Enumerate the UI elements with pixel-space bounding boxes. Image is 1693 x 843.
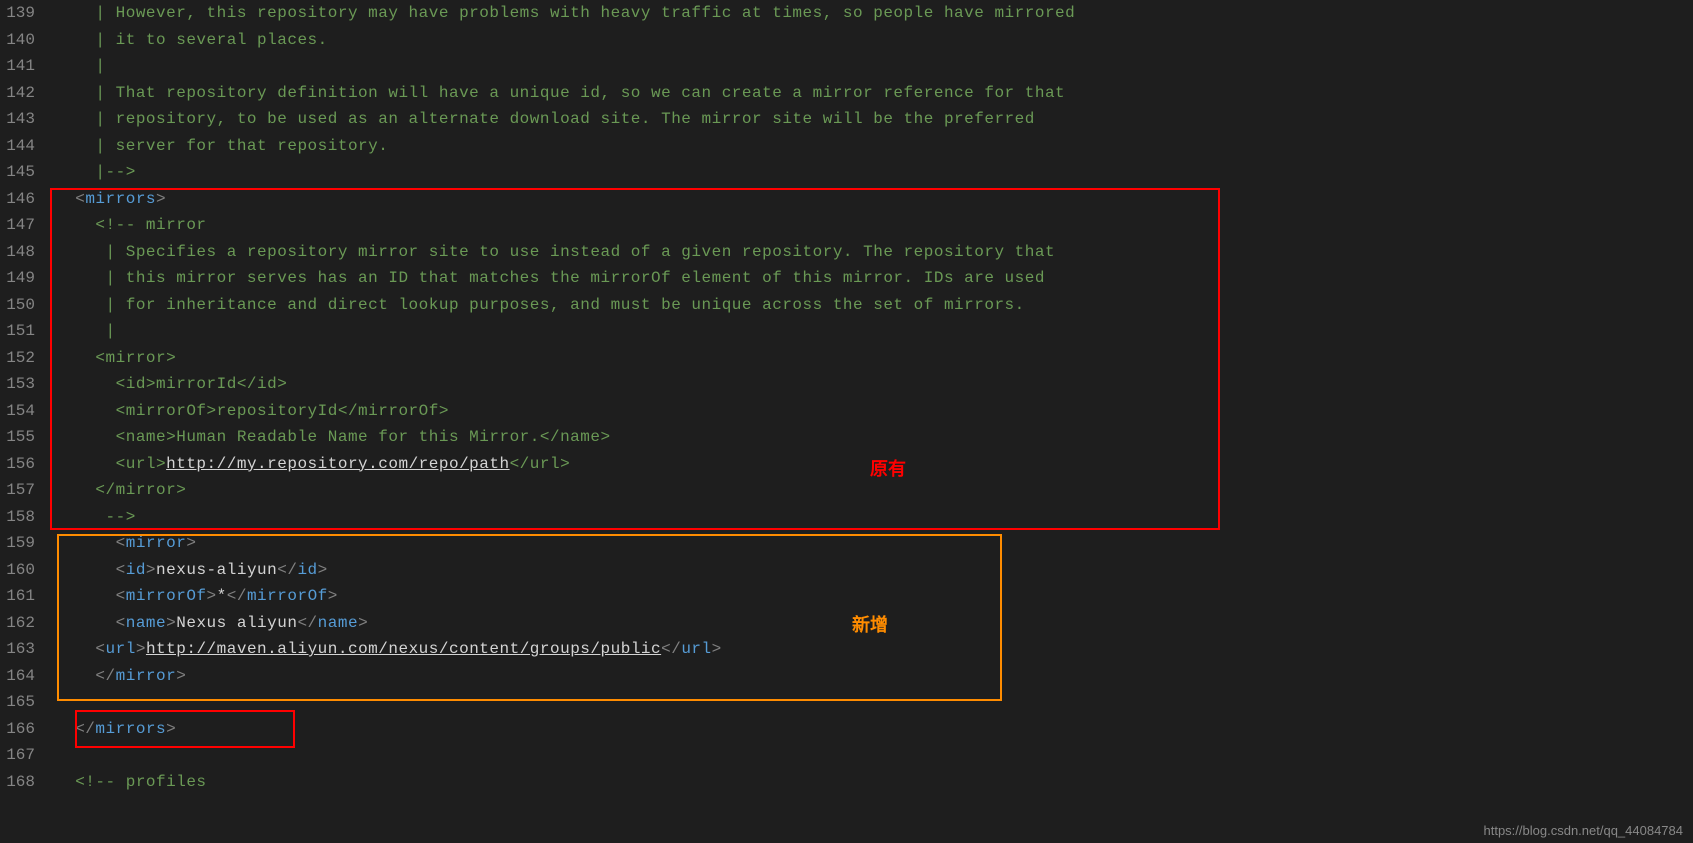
line-number: 164: [0, 663, 35, 690]
line-number: 149: [0, 265, 35, 292]
line-number: 142: [0, 80, 35, 107]
line-number: 139: [0, 0, 35, 27]
code-line[interactable]: </mirror>: [55, 663, 1693, 690]
annotation-label-original: 原有: [870, 455, 906, 481]
line-number: 158: [0, 504, 35, 531]
code-line[interactable]: <mirrorOf>*</mirrorOf>: [55, 583, 1693, 610]
line-number: 159: [0, 530, 35, 557]
code-line[interactable]: <url>http://maven.aliyun.com/nexus/conte…: [55, 636, 1693, 663]
line-number: 144: [0, 133, 35, 160]
line-number: 155: [0, 424, 35, 451]
code-line[interactable]: | it to several places.: [55, 27, 1693, 54]
code-editor[interactable]: 1391401411421431441451461471481491501511…: [0, 0, 1693, 843]
line-number: 157: [0, 477, 35, 504]
line-number: 151: [0, 318, 35, 345]
line-number: 146: [0, 186, 35, 213]
line-number: 141: [0, 53, 35, 80]
line-number: 143: [0, 106, 35, 133]
code-line[interactable]: <mirrorOf>repositoryId</mirrorOf>: [55, 398, 1693, 425]
line-number: 153: [0, 371, 35, 398]
line-number: 145: [0, 159, 35, 186]
line-number: 147: [0, 212, 35, 239]
code-line[interactable]: <id>nexus-aliyun</id>: [55, 557, 1693, 584]
code-line[interactable]: | repository, to be used as an alternate…: [55, 106, 1693, 133]
code-line[interactable]: <mirrors>: [55, 186, 1693, 213]
line-number: 166: [0, 716, 35, 743]
line-number: 148: [0, 239, 35, 266]
line-number: 150: [0, 292, 35, 319]
watermark: https://blog.csdn.net/qq_44084784: [1484, 823, 1684, 838]
line-number: 167: [0, 742, 35, 769]
code-line[interactable]: | However, this repository may have prob…: [55, 0, 1693, 27]
line-number: 162: [0, 610, 35, 637]
line-number: 160: [0, 557, 35, 584]
code-line[interactable]: | for inheritance and direct lookup purp…: [55, 292, 1693, 319]
code-line[interactable]: | That repository definition will have a…: [55, 80, 1693, 107]
code-line[interactable]: -->: [55, 504, 1693, 531]
line-number: 161: [0, 583, 35, 610]
line-number: 163: [0, 636, 35, 663]
code-line[interactable]: <name>Human Readable Name for this Mirro…: [55, 424, 1693, 451]
line-number: 140: [0, 27, 35, 54]
annotation-label-added: 新增: [852, 611, 888, 637]
code-line[interactable]: [55, 742, 1693, 769]
code-line[interactable]: |: [55, 318, 1693, 345]
code-content-area[interactable]: | However, this repository may have prob…: [55, 0, 1693, 843]
line-number: 154: [0, 398, 35, 425]
code-line[interactable]: |: [55, 53, 1693, 80]
line-number: 165: [0, 689, 35, 716]
line-number: 156: [0, 451, 35, 478]
code-line[interactable]: <mirror>: [55, 530, 1693, 557]
code-line[interactable]: [55, 689, 1693, 716]
code-line[interactable]: | Specifies a repository mirror site to …: [55, 239, 1693, 266]
code-line[interactable]: <id>mirrorId</id>: [55, 371, 1693, 398]
line-number-gutter: 1391401411421431441451461471481491501511…: [0, 0, 55, 843]
code-line[interactable]: <!-- profiles: [55, 769, 1693, 796]
line-number: 152: [0, 345, 35, 372]
code-line[interactable]: |-->: [55, 159, 1693, 186]
code-line[interactable]: | this mirror serves has an ID that matc…: [55, 265, 1693, 292]
line-number: 168: [0, 769, 35, 796]
code-line[interactable]: </mirrors>: [55, 716, 1693, 743]
code-line[interactable]: <!-- mirror: [55, 212, 1693, 239]
code-line[interactable]: <mirror>: [55, 345, 1693, 372]
code-line[interactable]: | server for that repository.: [55, 133, 1693, 160]
